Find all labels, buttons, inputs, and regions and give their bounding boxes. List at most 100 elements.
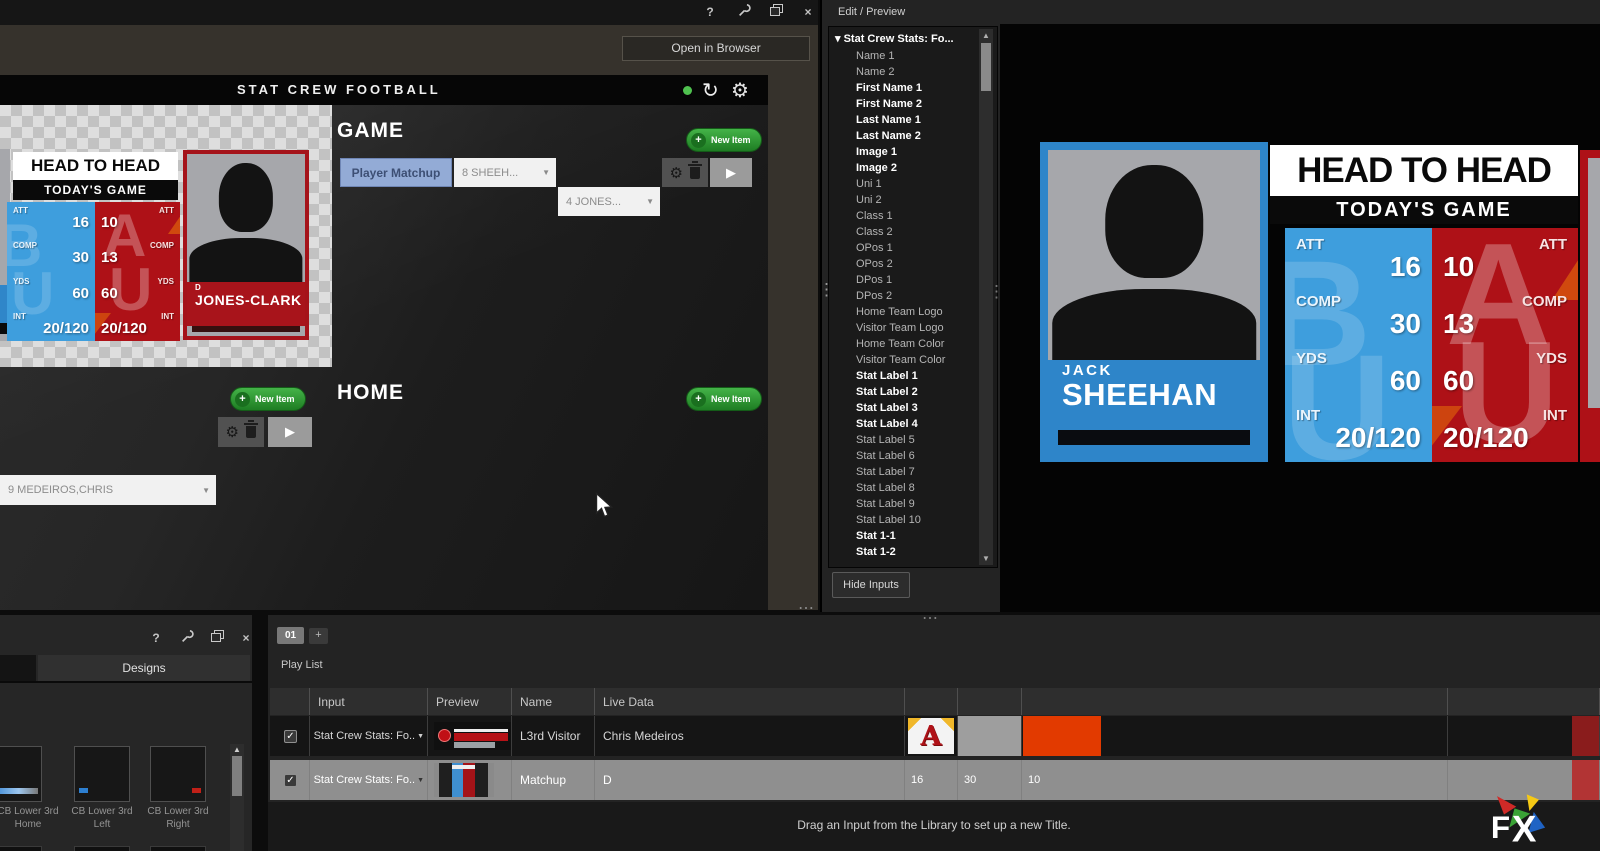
- game-play-button[interactable]: ▶: [710, 158, 752, 187]
- tree-field-stat-label-9[interactable]: Stat Label 9: [829, 496, 997, 512]
- refresh-icon[interactable]: ↻: [702, 78, 719, 103]
- scrollbar-thumb[interactable]: [981, 43, 991, 91]
- tree-field-image-2[interactable]: Image 2: [829, 160, 997, 176]
- player1-dropdown[interactable]: 8 SHEEH... ▼: [454, 158, 556, 187]
- item-settings-gear-icon[interactable]: ⚙: [670, 164, 683, 182]
- visitor-player-dropdown[interactable]: 9 MEDEIROS,CHRIS ▼: [0, 475, 216, 505]
- tree-field-class-2[interactable]: Class 2: [829, 224, 997, 240]
- scroll-up-icon[interactable]: ▲: [230, 745, 244, 754]
- game-item-actions: ⚙: [662, 158, 708, 187]
- home-stats: ATT 16 COMP 30 YDS 60 INT 20/120: [1285, 228, 1432, 462]
- stat-value: 13: [1443, 308, 1475, 339]
- tree-field-uni-2[interactable]: Uni 2: [829, 192, 997, 208]
- tree-field-name-2[interactable]: Name 2: [829, 64, 997, 80]
- column-header-live-data[interactable]: Live Data: [595, 688, 905, 715]
- tree-field-stat-label-8[interactable]: Stat Label 8: [829, 480, 997, 496]
- scrollbar-thumb[interactable]: [232, 756, 242, 796]
- tree-root-label: Stat Crew Stats: Fo...: [843, 33, 954, 45]
- trash-icon[interactable]: [244, 420, 259, 438]
- tree-field-home-team-logo[interactable]: Home Team Logo: [829, 304, 997, 320]
- tree-field-first-name-2[interactable]: First Name 2: [829, 96, 997, 112]
- tree-field-stat-label-3[interactable]: Stat Label 3: [829, 400, 997, 416]
- row-enabled-checkbox[interactable]: ✓: [284, 729, 297, 743]
- hide-inputs-button[interactable]: Hide Inputs: [832, 572, 910, 598]
- window-titlebar[interactable]: [0, 0, 818, 25]
- help-icon[interactable]: ?: [700, 4, 720, 21]
- tree-field-last-name-2[interactable]: Last Name 2: [829, 128, 997, 144]
- tree-field-visitor-team-logo[interactable]: Visitor Team Logo: [829, 320, 997, 336]
- stat-value: 20/120: [43, 319, 89, 337]
- playlist-row[interactable]: ✓ Stat Crew Stats: Fo.. ▼ L3rd Visitor Chris…: [270, 716, 1600, 756]
- visitor-play-button[interactable]: ▶: [268, 417, 312, 447]
- chevron-down-icon[interactable]: ▼: [417, 733, 424, 740]
- tree-field-stat-label-4[interactable]: Stat Label 4: [829, 416, 997, 432]
- column-header-input[interactable]: Input: [310, 688, 428, 715]
- playlist-row-list: ✓ Stat Crew Stats: Fo.. ▼ L3rd Visitor Chris…: [270, 716, 1600, 804]
- close-icon[interactable]: ×: [798, 4, 818, 21]
- item-settings-gear-icon[interactable]: ⚙: [226, 423, 239, 441]
- settings-gear-icon[interactable]: ⚙: [731, 78, 749, 103]
- game-section-heading: GAME: [337, 119, 404, 142]
- tree-field-stat-label-10[interactable]: Stat Label 10: [829, 512, 997, 528]
- home-new-item-button[interactable]: + New Item: [686, 387, 762, 411]
- design-thumb-left[interactable]: [74, 746, 130, 802]
- tools-icon[interactable]: [734, 4, 754, 21]
- tree-field-home-team-color[interactable]: Home Team Color: [829, 336, 997, 352]
- tab-designs[interactable]: Designs: [38, 655, 250, 681]
- tree-field-dpos-1[interactable]: DPos 1: [829, 272, 997, 288]
- playlist-row[interactable]: ✓ Stat Crew Stats: Fo.. ▼ Matchup D 16 30 10: [270, 760, 1600, 800]
- tree-field-stat-label-7[interactable]: Stat Label 7: [829, 464, 997, 480]
- tree-field-stat-1-2[interactable]: Stat 1-2: [829, 544, 997, 560]
- tree-field-visitor-team-color[interactable]: Visitor Team Color: [829, 352, 997, 368]
- visitor-new-item-button[interactable]: + New Item: [230, 387, 306, 411]
- tree-field-class-1[interactable]: Class 1: [829, 208, 997, 224]
- duplicate-window-icon[interactable]: [207, 630, 227, 647]
- tree-field-stat-1-1[interactable]: Stat 1-1: [829, 528, 997, 544]
- duplicate-window-icon[interactable]: [766, 4, 786, 21]
- add-playlist-tab-button[interactable]: +: [309, 628, 328, 644]
- tree-field-first-name-1[interactable]: First Name 1: [829, 80, 997, 96]
- tree-field-name-1[interactable]: Name 1: [829, 48, 997, 64]
- tree-field-image-1[interactable]: Image 1: [829, 144, 997, 160]
- collapse-arrow-icon[interactable]: ▾: [835, 33, 841, 45]
- windows-icon: [210, 630, 224, 642]
- game-new-item-button[interactable]: + New Item: [686, 128, 762, 152]
- tree-field-stat-label-2[interactable]: Stat Label 2: [829, 384, 997, 400]
- scroll-up-icon[interactable]: ▲: [979, 31, 993, 40]
- tree-field-dpos-2[interactable]: DPos 2: [829, 288, 997, 304]
- plus-icon: +: [691, 132, 706, 148]
- stat-value: 10: [101, 214, 118, 231]
- row-enabled-checkbox[interactable]: ✓: [284, 773, 297, 787]
- playlist-splitter-handle[interactable]: ⋯: [922, 608, 938, 628]
- player2-dropdown-value: 4 JONES...: [566, 195, 622, 208]
- player-matchup-item[interactable]: Player Matchup: [340, 158, 452, 187]
- playlist-tab-01[interactable]: 01: [277, 627, 304, 644]
- connection-status-dot: [683, 86, 692, 95]
- tree-field-stat-label-5[interactable]: Stat Label 5: [829, 432, 997, 448]
- design-thumb-home[interactable]: [0, 746, 42, 802]
- player2-dropdown[interactable]: 4 JONES... ▼: [558, 187, 660, 216]
- column-header-preview[interactable]: Preview: [428, 688, 512, 715]
- designs-scrollbar[interactable]: ▲: [230, 744, 244, 851]
- visitor-stat-panel: A U ATT 10 COMP 13 YDS 60 INT 20/120: [1432, 228, 1578, 462]
- stat-value: 16: [1389, 251, 1421, 282]
- trash-icon[interactable]: [688, 160, 703, 179]
- tools-icon[interactable]: [177, 630, 197, 647]
- tree-field-opos-2[interactable]: OPos 2: [829, 256, 997, 272]
- tree-field-stat-label-1[interactable]: Stat Label 1: [829, 368, 997, 384]
- tree-field-uni-1[interactable]: Uni 1: [829, 176, 997, 192]
- tree-field-opos-1[interactable]: OPos 1: [829, 240, 997, 256]
- new-item-label: New Item: [255, 394, 295, 404]
- design-thumb-right[interactable]: [150, 746, 206, 802]
- scroll-down-icon[interactable]: ▼: [979, 554, 993, 563]
- tree-root-node[interactable]: ▾ Stat Crew Stats: Fo...: [829, 31, 997, 48]
- tab-library[interactable]: [0, 655, 36, 681]
- chevron-down-icon[interactable]: ▼: [417, 777, 424, 784]
- graphic-title: HEAD TO HEAD: [1270, 145, 1578, 196]
- help-icon[interactable]: ?: [146, 630, 166, 647]
- tree-field-stat-label-6[interactable]: Stat Label 6: [829, 448, 997, 464]
- column-header-name[interactable]: Name: [512, 688, 595, 715]
- tree-field-last-name-1[interactable]: Last Name 1: [829, 112, 997, 128]
- open-in-browser-button[interactable]: Open in Browser: [622, 36, 810, 61]
- close-icon[interactable]: ×: [236, 630, 256, 647]
